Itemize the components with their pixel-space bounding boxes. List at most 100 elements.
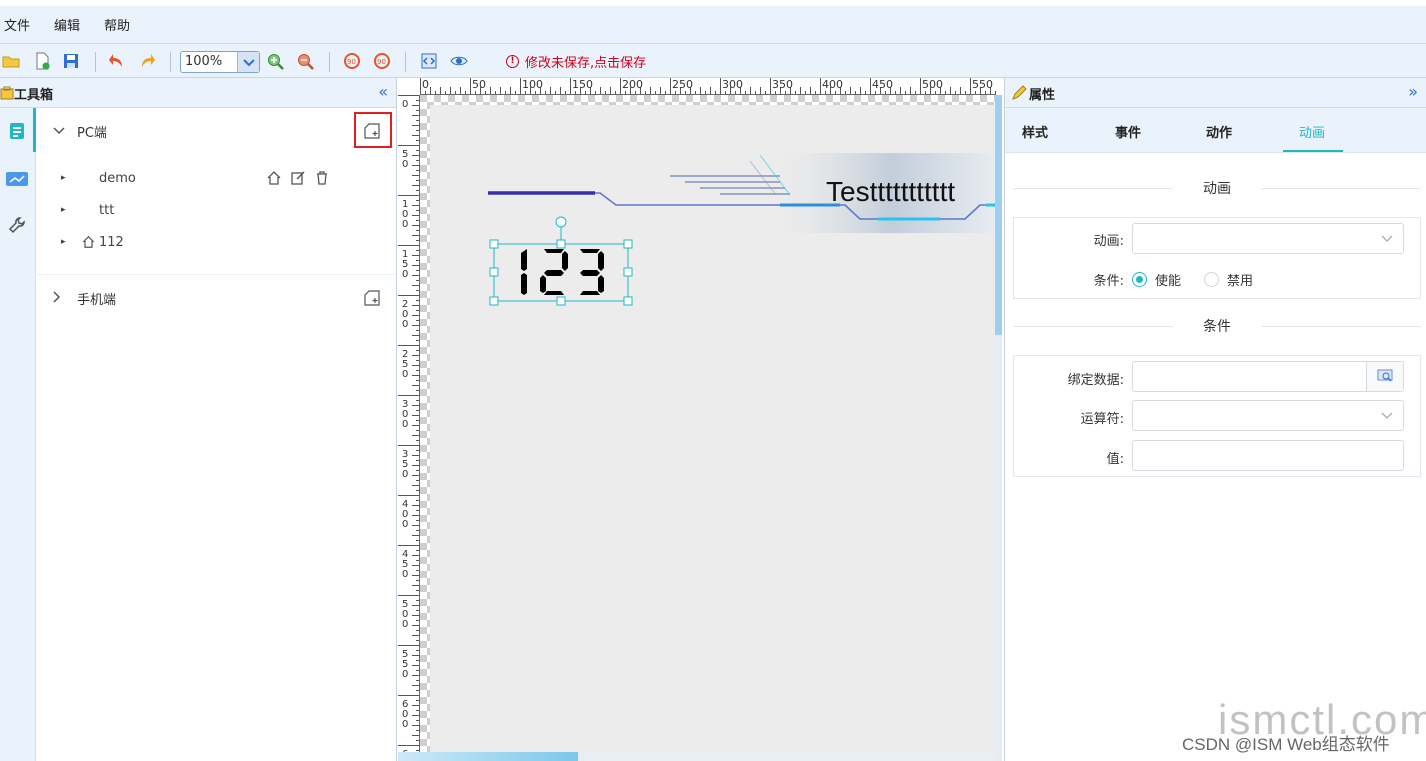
set-home-icon[interactable]	[266, 170, 282, 186]
menu-bar: 文件 编辑 帮助	[0, 0, 1426, 44]
edit-icon[interactable]	[290, 170, 306, 186]
toolbar: 100% 90 90 ! 修改未保存,点击保存	[0, 44, 1426, 78]
chevron-right-icon	[53, 290, 67, 306]
ruler-label: 50	[402, 149, 408, 170]
expand-caret-icon: ▸	[61, 237, 66, 247]
animation-section-title: 动画	[1013, 178, 1421, 198]
menu-edit[interactable]: 编辑	[50, 15, 94, 34]
condition-form: 绑定数据: 运算符: 值:	[1013, 355, 1421, 477]
horizontal-ruler: 0 50 100 150 200 250 300 350 400 450 500 550	[420, 78, 996, 95]
home-page-icon	[82, 235, 95, 248]
toolbar-separator	[95, 52, 96, 72]
section-title-text: 条件	[1203, 319, 1231, 335]
animation-label: 动画:	[1093, 234, 1124, 249]
animation-form: 动画: 条件: 使能 禁用	[1013, 217, 1421, 299]
collapse-left-icon[interactable]: «	[378, 82, 388, 101]
ruler-label: 300	[402, 399, 408, 430]
value-input[interactable]	[1132, 440, 1404, 471]
save-icon[interactable]	[62, 52, 80, 70]
delete-icon[interactable]	[314, 170, 330, 186]
redo-icon[interactable]	[138, 52, 156, 70]
condition-section-title: 条件	[1013, 316, 1421, 336]
rotate-right-icon[interactable]: 90	[373, 52, 391, 70]
open-folder-icon[interactable]	[2, 52, 20, 70]
chevron-down-icon	[1381, 407, 1393, 428]
new-file-icon[interactable]	[33, 52, 51, 70]
ruler-label: 400	[402, 499, 408, 530]
zoom-in-icon[interactable]	[266, 52, 284, 70]
bind-data-input[interactable]	[1132, 361, 1404, 392]
animation-select[interactable]	[1132, 223, 1404, 254]
properties-tabs: 样式 事件 动作 动画	[1005, 108, 1426, 153]
tree-group-pc[interactable]: PC端	[37, 108, 396, 154]
active-tab-indicator	[1283, 150, 1343, 152]
zoom-out-icon[interactable]	[296, 52, 314, 70]
preview-eye-icon[interactable]	[450, 52, 468, 70]
canvas-title-text[interactable]: Testtttttttttt	[826, 176, 955, 208]
rotate-left-icon[interactable]: 90	[343, 52, 361, 70]
warning-icon: !	[506, 55, 519, 68]
expand-right-icon[interactable]: »	[1408, 82, 1418, 101]
rail-tools-button[interactable]	[0, 204, 36, 248]
horizontal-scrollbar[interactable]	[398, 752, 996, 761]
design-canvas[interactable]: 123 Testtttttttttt	[420, 95, 996, 753]
radio-disable[interactable]: 禁用	[1204, 270, 1253, 289]
expand-caret-icon: ▸	[61, 173, 66, 183]
rail-charts-button[interactable]	[0, 158, 36, 202]
ruler-label: 250	[402, 349, 408, 380]
tree-node-label: 112	[99, 234, 124, 250]
ruler-label: 150	[572, 78, 593, 91]
code-icon[interactable]	[420, 52, 438, 70]
expand-caret-icon: ▸	[61, 205, 66, 215]
rail-pages-button[interactable]	[0, 108, 36, 152]
svg-text:90: 90	[377, 58, 386, 66]
menu-help[interactable]: 帮助	[100, 15, 144, 34]
ruler-label: 300	[722, 78, 743, 91]
ruler-label: 550	[972, 78, 993, 91]
ruler-label: 500	[922, 78, 943, 91]
page-tree: PC端 ▸ demo ▸ ttt ▸ 112 手机端	[37, 108, 396, 321]
menu-file[interactable]: 文件	[0, 15, 44, 34]
properties-title: 属性	[1029, 88, 1056, 103]
properties-header: 属性 »	[1005, 78, 1426, 108]
undo-icon[interactable]	[108, 52, 126, 70]
tab-actions[interactable]: 动作	[1206, 122, 1232, 141]
page-list-icon	[10, 123, 24, 139]
tree-group-mobile[interactable]: 手机端	[37, 275, 396, 321]
zoom-select[interactable]: 100%	[180, 51, 260, 73]
highlight-box	[354, 112, 392, 148]
toolbox-icon	[0, 86, 14, 100]
bind-data-label: 绑定数据:	[1067, 373, 1124, 388]
node-actions	[266, 170, 330, 186]
operator-select[interactable]	[1132, 400, 1404, 431]
digit-value: 123	[420, 95, 422, 96]
ruler-label: 250	[672, 78, 693, 91]
tab-events[interactable]: 事件	[1115, 122, 1141, 141]
tab-animation[interactable]: 动画	[1299, 122, 1325, 141]
tree-node-ttt[interactable]: ▸ ttt	[37, 194, 396, 226]
toolbox-title: 工具箱	[14, 88, 54, 103]
watermark-text: CSDN @ISM Web组态软件	[1182, 735, 1390, 754]
properties-panel: 属性 » 样式 事件 动作 动画 动画 动画: 条件: 使能 禁用 条件 绑定数…	[1004, 78, 1426, 761]
tree-node-112[interactable]: ▸ 112	[37, 226, 396, 258]
vertical-scrollbar[interactable]	[995, 95, 1002, 761]
ruler-label: 350	[772, 78, 793, 91]
svg-text:90: 90	[347, 58, 356, 66]
pencil-icon	[1012, 85, 1027, 100]
ruler-label: 200	[622, 78, 643, 91]
toolbar-separator	[170, 52, 171, 72]
horizontal-scroll-thumb[interactable]	[398, 752, 578, 761]
tree-node-demo[interactable]: ▸ demo	[37, 162, 396, 194]
tab-style[interactable]: 样式	[1022, 122, 1048, 141]
unsaved-notice[interactable]: ! 修改未保存,点击保存	[506, 52, 646, 71]
ruler-label: 0	[402, 99, 408, 110]
vertical-ruler: 050100150200250300350400450500550600650	[398, 95, 420, 761]
data-lookup-button[interactable]	[1366, 362, 1403, 391]
unsaved-text: 修改未保存,点击保存	[525, 56, 647, 71]
add-page-icon[interactable]	[363, 289, 381, 307]
toolbar-separator	[329, 52, 330, 72]
editor-app: 文件 编辑 帮助 100% 90 90 ! 修改未保存,点击保存 工具箱 « P…	[0, 0, 1426, 761]
radio-enable[interactable]: 使能	[1132, 270, 1181, 289]
toolbox-header: 工具箱 «	[0, 78, 396, 108]
vertical-scroll-thumb[interactable]	[995, 95, 1002, 335]
